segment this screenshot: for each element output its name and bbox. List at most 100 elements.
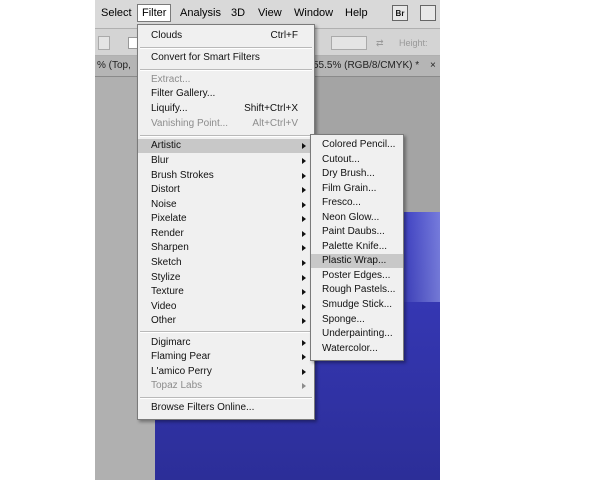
menu-item-label: Sharpen	[151, 242, 189, 253]
submenu-item-colored-pencil[interactable]: Colored Pencil...	[311, 138, 403, 152]
menu-item-label: Clouds	[151, 30, 183, 41]
menu-item-label: Noise	[151, 199, 177, 210]
menu-item-browse-filters-online[interactable]: Browse Filters Online...	[138, 401, 314, 415]
menu-item-clouds[interactable]: Clouds Ctrl+F	[138, 29, 314, 43]
submenu-item-paint-daubs[interactable]: Paint Daubs...	[311, 225, 403, 239]
menu-item-label: Liquify...	[151, 103, 188, 114]
menu-item-artistic[interactable]: Artistic	[138, 139, 314, 153]
menu-select[interactable]: Select	[101, 7, 132, 19]
menu-item-other[interactable]: Other	[138, 314, 314, 328]
menu-item-liquify[interactable]: Liquify... Shift+Ctrl+X	[138, 102, 314, 116]
submenu-item-label: Paint Daubs...	[322, 226, 385, 237]
menu-item-blur[interactable]: Blur	[138, 154, 314, 168]
menu-item-render[interactable]: Render	[138, 227, 314, 241]
submenu-arrow-icon	[302, 289, 306, 295]
menu-item-label: Flaming Pear	[151, 351, 211, 362]
menu-item-label: Convert for Smart Filters	[151, 52, 260, 63]
menu-item-label: Other	[151, 315, 177, 326]
document-tab-active[interactable]: 55.5% (RGB/8/CMYK) *	[313, 60, 419, 71]
mini-bridge-icon[interactable]	[420, 5, 436, 21]
menu-separator	[140, 135, 312, 137]
menu-item-label: Vanishing Point...	[151, 118, 229, 129]
submenu-item-label: Cutout...	[322, 154, 360, 165]
menu-item-label: Brush Strokes	[151, 170, 214, 181]
submenu-item-film-grain[interactable]: Film Grain...	[311, 182, 403, 196]
submenu-item-plastic-wrap[interactable]: Plastic Wrap...	[311, 254, 403, 268]
submenu-item-neon-glow[interactable]: Neon Glow...	[311, 211, 403, 225]
submenu-arrow-icon	[302, 304, 306, 310]
menu-item-flaming-pear[interactable]: Flaming Pear	[138, 350, 314, 364]
submenu-arrow-icon	[302, 275, 306, 281]
image-highlight	[400, 212, 440, 302]
menu-item-label: Browse Filters Online...	[151, 402, 255, 413]
menu-separator	[140, 47, 312, 49]
menu-item-convert-smart-filters[interactable]: Convert for Smart Filters	[138, 51, 314, 65]
menu-item-label: Distort	[151, 184, 180, 195]
submenu-item-label: Sponge...	[322, 314, 365, 325]
height-label: Height:	[399, 38, 428, 48]
submenu-item-label: Rough Pastels...	[322, 284, 396, 295]
submenu-arrow-icon	[302, 216, 306, 222]
menu-window[interactable]: Window	[294, 7, 333, 19]
menu-separator	[140, 69, 312, 71]
menu-item-label: Filter Gallery...	[151, 88, 216, 99]
submenu-arrow-icon	[302, 245, 306, 251]
menu-item-topaz-labs: Topaz Labs	[138, 379, 314, 393]
submenu-item-label: Poster Edges...	[322, 270, 391, 281]
submenu-item-rough-pastels[interactable]: Rough Pastels...	[311, 283, 403, 297]
option-field-left[interactable]	[98, 36, 110, 50]
submenu-item-label: Dry Brush...	[322, 168, 375, 179]
menu-separator	[140, 397, 312, 399]
menu-item-sharpen[interactable]: Sharpen	[138, 241, 314, 255]
submenu-item-watercolor[interactable]: Watercolor...	[311, 342, 403, 356]
submenu-item-fresco[interactable]: Fresco...	[311, 196, 403, 210]
submenu-item-underpainting[interactable]: Underpainting...	[311, 327, 403, 341]
swap-icon[interactable]: ⇄	[376, 38, 384, 49]
menu-item-pixelate[interactable]: Pixelate	[138, 212, 314, 226]
menu-item-lamico-perry[interactable]: L'amico Perry	[138, 365, 314, 379]
close-tab-icon[interactable]: ×	[430, 60, 436, 71]
menu-item-vanishing-point: Vanishing Point... Alt+Ctrl+V	[138, 117, 314, 131]
menu-item-label: Render	[151, 228, 184, 239]
menu-view[interactable]: View	[258, 7, 282, 19]
menu-item-label: Texture	[151, 286, 184, 297]
submenu-item-sponge[interactable]: Sponge...	[311, 313, 403, 327]
width-field[interactable]	[331, 36, 367, 50]
submenu-item-smudge-stick[interactable]: Smudge Stick...	[311, 298, 403, 312]
submenu-item-label: Colored Pencil...	[322, 139, 396, 150]
menu-item-extract: Extract...	[138, 73, 314, 87]
menu-item-texture[interactable]: Texture	[138, 285, 314, 299]
menu-item-distort[interactable]: Distort	[138, 183, 314, 197]
menu-item-brush-strokes[interactable]: Brush Strokes	[138, 169, 314, 183]
menu-filter[interactable]: Filter	[137, 4, 172, 22]
filter-menu: Clouds Ctrl+F Convert for Smart Filters …	[137, 24, 315, 420]
menu-item-sketch[interactable]: Sketch	[138, 256, 314, 270]
menu-item-label: Stylize	[151, 272, 181, 283]
menu-3d[interactable]: 3D	[231, 7, 245, 19]
artistic-submenu: Colored Pencil... Cutout... Dry Brush...…	[310, 134, 404, 361]
menu-item-shortcut: Shift+Ctrl+X	[244, 103, 298, 114]
menu-item-label: Sketch	[151, 257, 182, 268]
bridge-icon[interactable]: Br	[392, 5, 408, 21]
submenu-item-label: Neon Glow...	[322, 212, 380, 223]
submenu-arrow-icon	[302, 383, 306, 389]
menu-analysis[interactable]: Analysis	[180, 7, 221, 19]
submenu-item-dry-brush[interactable]: Dry Brush...	[311, 167, 403, 181]
submenu-arrow-icon	[302, 340, 306, 346]
menu-item-label: Artistic	[151, 140, 181, 151]
menu-item-shortcut: Alt+Ctrl+V	[252, 118, 298, 129]
menu-item-filter-gallery[interactable]: Filter Gallery...	[138, 87, 314, 101]
menu-item-video[interactable]: Video	[138, 300, 314, 314]
menu-item-stylize[interactable]: Stylize	[138, 271, 314, 285]
document-tab-left[interactable]: % (Top,	[97, 60, 131, 71]
menu-item-noise[interactable]: Noise	[138, 198, 314, 212]
submenu-item-cutout[interactable]: Cutout...	[311, 153, 403, 167]
menu-item-shortcut: Ctrl+F	[270, 30, 299, 41]
menu-item-digimarc[interactable]: Digimarc	[138, 336, 314, 350]
menu-help[interactable]: Help	[345, 7, 368, 19]
submenu-arrow-icon	[302, 231, 306, 237]
submenu-item-palette-knife[interactable]: Palette Knife...	[311, 240, 403, 254]
submenu-arrow-icon	[302, 202, 306, 208]
submenu-item-label: Palette Knife...	[322, 241, 388, 252]
submenu-item-poster-edges[interactable]: Poster Edges...	[311, 269, 403, 283]
